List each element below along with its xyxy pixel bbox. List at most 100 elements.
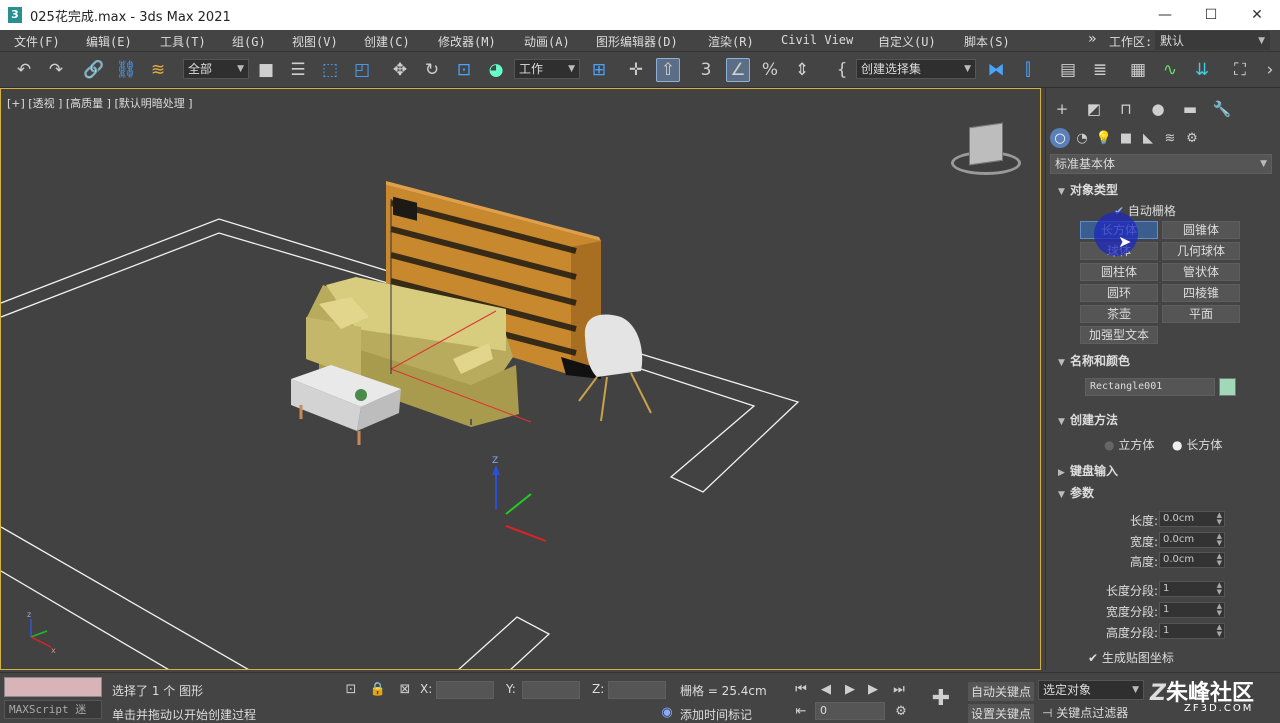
snaps-toggle-icon[interactable]: 3 (694, 58, 718, 82)
set-key-button[interactable]: 设置关键点 (968, 704, 1035, 723)
prev-frame-icon[interactable]: ◀ (815, 679, 837, 699)
pivot-center-icon[interactable]: ⊞ (587, 58, 611, 82)
window-crossing-icon[interactable]: ◰ (350, 58, 374, 82)
height-segs-spinner[interactable]: 1 ▲ ▼ (1159, 623, 1225, 639)
menu-file[interactable]: 文件(F) (14, 33, 60, 50)
menu-views[interactable]: 视图(V) (292, 33, 338, 50)
object-name-field[interactable]: Rectangle001 (1085, 378, 1215, 396)
redo-icon[interactable]: ↷ (44, 58, 68, 82)
rotate-icon[interactable]: ↻ (420, 58, 444, 82)
helpers-category-icon[interactable]: ◣ (1138, 128, 1158, 148)
time-tag-icon[interactable]: ◉ (656, 702, 678, 722)
menu-customize[interactable]: 自定义(U) (878, 33, 936, 50)
bind-spacewarp-icon[interactable]: ≋ (146, 58, 170, 82)
mirror-icon[interactable]: ⧓ (984, 58, 1008, 82)
scene-explorer-icon[interactable]: ▤ (1056, 58, 1080, 82)
scale-icon[interactable]: ⊡ (452, 58, 476, 82)
viewcube[interactable] (949, 121, 1023, 181)
modify-tab-icon[interactable]: ◩ (1083, 98, 1105, 120)
perspective-viewport[interactable]: [+] [透视 ] [高质量 ] [默认明暗处理 ] Z z x (0, 88, 1041, 670)
percent-snap-icon[interactable]: % (758, 58, 782, 82)
spacewarps-category-icon[interactable]: ≋ (1160, 128, 1180, 148)
align-icon[interactable]: ⫿ (1016, 58, 1040, 82)
motion-tab-icon[interactable]: ● (1147, 98, 1169, 120)
select-manipulate-icon[interactable]: ✛ (624, 58, 648, 82)
maximize-button[interactable]: ☐ (1188, 0, 1234, 30)
unlink-icon[interactable]: ⛓ (114, 58, 138, 82)
length-spinner[interactable]: 0.0cm ▲ ▼ (1159, 511, 1225, 527)
menu-graph-editors[interactable]: 图形编辑器(D) (596, 33, 678, 50)
cylinder-button[interactable]: 圆柱体 (1080, 263, 1158, 281)
menu-group[interactable]: 组(G) (232, 33, 266, 50)
close-button[interactable]: ✕ (1234, 0, 1280, 30)
select-object-icon[interactable]: ■ (254, 58, 278, 82)
select-by-name-icon[interactable]: ☰ (286, 58, 310, 82)
radio-box[interactable]: ● 长方体 (1172, 436, 1222, 453)
keyboard-shortcut-override-icon[interactable]: ⇧ (656, 58, 680, 82)
minimize-button[interactable]: — (1142, 0, 1188, 30)
y-coordinate-field[interactable] (522, 681, 580, 699)
absolute-mode-icon[interactable]: ⊠ (394, 679, 416, 699)
auto-key-button[interactable]: 自动关键点 (968, 682, 1035, 701)
pyramid-button[interactable]: 四棱锥 (1162, 284, 1240, 302)
add-time-tag[interactable]: 添加时间标记 (680, 706, 752, 723)
goto-end-icon[interactable]: ⏭ (888, 679, 910, 699)
goto-start-icon[interactable]: ⏮ (790, 679, 812, 699)
selection-lock-icon[interactable]: 🔒 (367, 679, 389, 699)
menu-modifiers[interactable]: 修改器(M) (438, 33, 496, 50)
cameras-category-icon[interactable]: ■ (1116, 128, 1136, 148)
menu-scripting[interactable]: 脚本(S) (964, 33, 1010, 50)
systems-category-icon[interactable]: ⚙ (1182, 128, 1202, 148)
menu-rendering[interactable]: 渲染(R) (708, 33, 754, 50)
geometry-category-icon[interactable]: ○ (1050, 128, 1070, 148)
rollout-creation-method[interactable]: ▼ 创建方法 (1052, 410, 1274, 430)
menu-tools[interactable]: 工具(T) (160, 33, 206, 50)
gen-map-coords-checkbox[interactable]: ✔ 生成贴图坐标 (1088, 649, 1174, 666)
rollout-object-type[interactable]: ▼ 对象类型 (1052, 180, 1274, 200)
move-icon[interactable]: ✥ (388, 58, 412, 82)
menu-civil-view[interactable]: Civil View (781, 33, 853, 47)
geosphere-button[interactable]: 几何球体 (1162, 242, 1240, 260)
width-spinner[interactable]: 0.0cm ▲ ▼ (1159, 532, 1225, 548)
edit-named-selection-icon[interactable]: { (830, 58, 854, 82)
torus-button[interactable]: 圆环 (1080, 284, 1158, 302)
ribbon-toggle-icon[interactable]: ▦ (1126, 58, 1150, 82)
placement-icon[interactable]: ◕ (484, 58, 508, 82)
primitive-category-dropdown[interactable]: 标准基本体 ▼ (1050, 154, 1272, 174)
rollout-parameters[interactable]: ▼ 参数 (1052, 483, 1274, 503)
teapot-button[interactable]: 茶壶 (1080, 305, 1158, 323)
layer-explorer-icon[interactable]: ≣ (1088, 58, 1112, 82)
key-filters-button[interactable]: ⊣ 关键点过滤器 (1042, 704, 1128, 721)
key-target-dropdown[interactable]: 选定对象 ▼ (1038, 680, 1144, 700)
key-icon[interactable]: ✚ (926, 683, 956, 713)
shapes-category-icon[interactable]: ◔ (1072, 128, 1092, 148)
hierarchy-tab-icon[interactable]: ⊓ (1115, 98, 1137, 120)
maxscript-input[interactable]: MAXScript 迷 (4, 700, 102, 719)
key-mode-icon[interactable]: ⇤ (790, 701, 812, 721)
menu-animation[interactable]: 动画(A) (524, 33, 570, 50)
undo-icon[interactable]: ↶ (12, 58, 36, 82)
rollout-name-color[interactable]: ▼ 名称和颜色 (1052, 351, 1274, 371)
cone-button[interactable]: 圆锥体 (1162, 221, 1240, 239)
selection-filter-dropdown[interactable]: 全部 ▼ (183, 59, 249, 79)
plane-button[interactable]: 平面 (1162, 305, 1240, 323)
workspace-dropdown[interactable]: 默认 ▼ (1155, 31, 1270, 50)
maxscript-listener-mini[interactable] (4, 677, 102, 697)
create-tab-icon[interactable]: + (1051, 98, 1073, 120)
menu-edit[interactable]: 编辑(E) (86, 33, 132, 50)
time-config-icon[interactable]: ⚙ (890, 701, 912, 721)
menu-create[interactable]: 创建(C) (364, 33, 410, 50)
tube-button[interactable]: 管状体 (1162, 263, 1240, 281)
angle-snap-icon[interactable]: ∠ (726, 58, 750, 82)
utilities-tab-icon[interactable]: 🔧 (1211, 98, 1233, 120)
schematic-view-icon[interactable]: ⇊ (1190, 58, 1214, 82)
next-frame-icon[interactable]: ▶ (862, 679, 884, 699)
toolbar-more-icon[interactable]: › (1262, 58, 1278, 82)
lights-category-icon[interactable]: 💡 (1094, 128, 1114, 148)
material-editor-icon[interactable]: ⛶ (1228, 58, 1252, 82)
radio-cube[interactable]: ● 立方体 (1104, 436, 1154, 453)
display-tab-icon[interactable]: ▬ (1179, 98, 1201, 120)
rect-selection-icon[interactable]: ⬚ (318, 58, 342, 82)
isolate-selection-icon[interactable]: ⊡ (340, 679, 362, 699)
height-spinner[interactable]: 0.0cm ▲ ▼ (1159, 552, 1225, 568)
